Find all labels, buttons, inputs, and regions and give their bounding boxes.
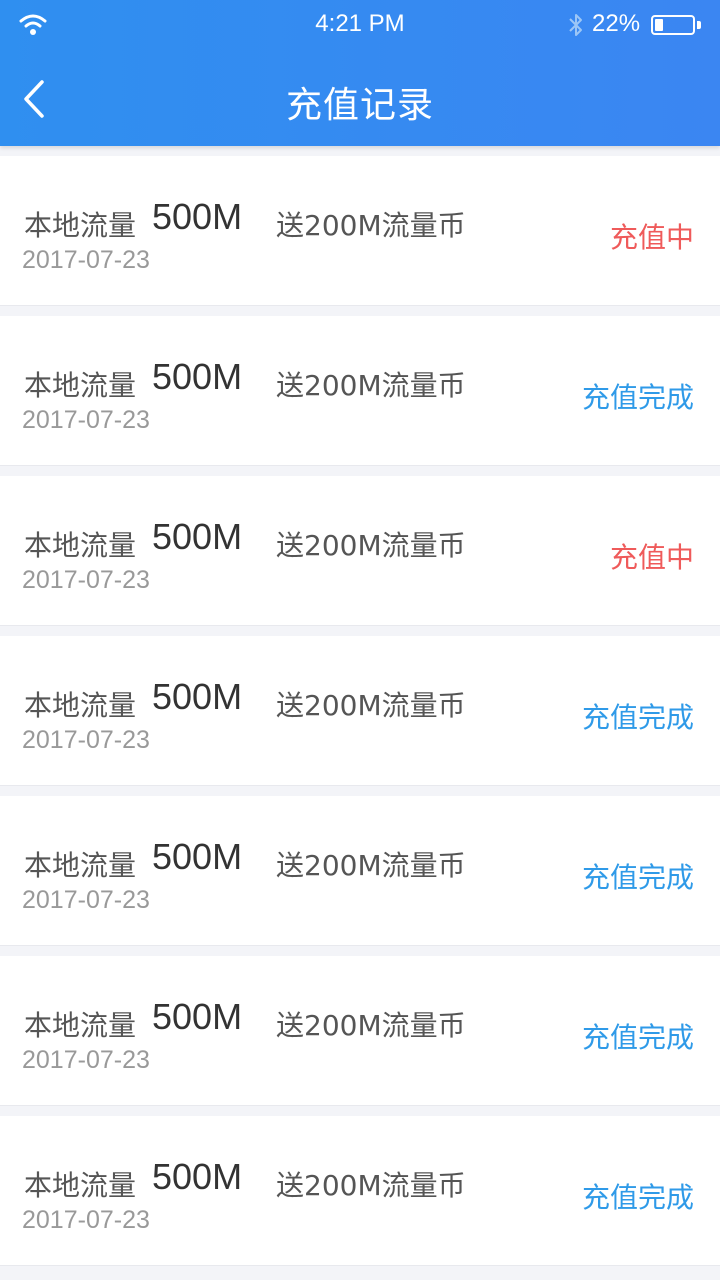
record-status: 充值完成: [581, 1021, 694, 1054]
record-list: 本地流量 500M 送200M流量币 2017-07-23 充值中 本地流量 5…: [0, 146, 720, 1266]
record-bonus: 送200M流量币: [276, 369, 466, 402]
record-label: 本地流量: [24, 1169, 137, 1202]
app-header: 4:21 PM 22% 充值记录: [0, 0, 720, 146]
record-date: 2017-07-23: [22, 406, 150, 434]
record-status: 充值完成: [581, 701, 694, 734]
record-amount: 500M: [152, 196, 243, 237]
record-item[interactable]: 本地流量 500M 送200M流量币 2017-07-23 充值完成: [0, 796, 720, 946]
record-label: 本地流量: [24, 689, 137, 722]
record-item[interactable]: 本地流量 500M 送200M流量币 2017-07-23 充值完成: [0, 636, 720, 786]
record-status: 充值完成: [581, 861, 694, 894]
record-bonus: 送200M流量币: [276, 1169, 466, 1202]
record-bonus: 送200M流量币: [276, 209, 466, 242]
status-bar: 4:21 PM 22%: [0, 0, 720, 48]
bluetooth-icon: [569, 14, 582, 36]
record-date: 2017-07-23: [22, 726, 150, 754]
record-item[interactable]: 本地流量 500M 送200M流量币 2017-07-23 充值完成: [0, 956, 720, 1106]
record-bonus: 送200M流量币: [276, 689, 466, 722]
record-date: 2017-07-23: [22, 1206, 150, 1234]
record-date: 2017-07-23: [22, 566, 150, 594]
page-title: 充值记录: [285, 85, 434, 126]
record-date: 2017-07-23: [22, 246, 150, 274]
record-status: 充值完成: [581, 381, 694, 414]
record-item[interactable]: 本地流量 500M 送200M流量币 2017-07-23 充值完成: [0, 316, 720, 466]
record-label: 本地流量: [24, 209, 137, 242]
record-label: 本地流量: [24, 529, 137, 562]
record-status: 充值中: [609, 541, 694, 574]
record-amount: 500M: [152, 996, 243, 1037]
record-bonus: 送200M流量币: [276, 529, 466, 562]
record-label: 本地流量: [24, 849, 137, 882]
record-amount: 500M: [152, 1156, 243, 1197]
record-item[interactable]: 本地流量 500M 送200M流量币 2017-07-23 充值中: [0, 156, 720, 306]
record-amount: 500M: [152, 356, 243, 397]
battery-icon: [651, 15, 695, 35]
record-label: 本地流量: [24, 1009, 137, 1042]
record-bonus: 送200M流量币: [276, 1009, 466, 1042]
battery-level: [655, 19, 663, 31]
record-status: 充值中: [609, 221, 694, 254]
record-status: 充值完成: [581, 1181, 694, 1214]
record-item[interactable]: 本地流量 500M 送200M流量币 2017-07-23 充值完成: [0, 1116, 720, 1266]
record-bonus: 送200M流量币: [276, 849, 466, 882]
battery-tip: [697, 21, 701, 29]
record-date: 2017-07-23: [22, 886, 150, 914]
record-label: 本地流量: [24, 369, 137, 402]
battery-percent: 22%: [592, 10, 641, 37]
record-amount: 500M: [152, 676, 243, 717]
record-date: 2017-07-23: [22, 1046, 150, 1074]
record-amount: 500M: [152, 516, 243, 557]
record-item[interactable]: 本地流量 500M 送200M流量币 2017-07-23 充值中: [0, 476, 720, 626]
record-amount: 500M: [152, 836, 243, 877]
